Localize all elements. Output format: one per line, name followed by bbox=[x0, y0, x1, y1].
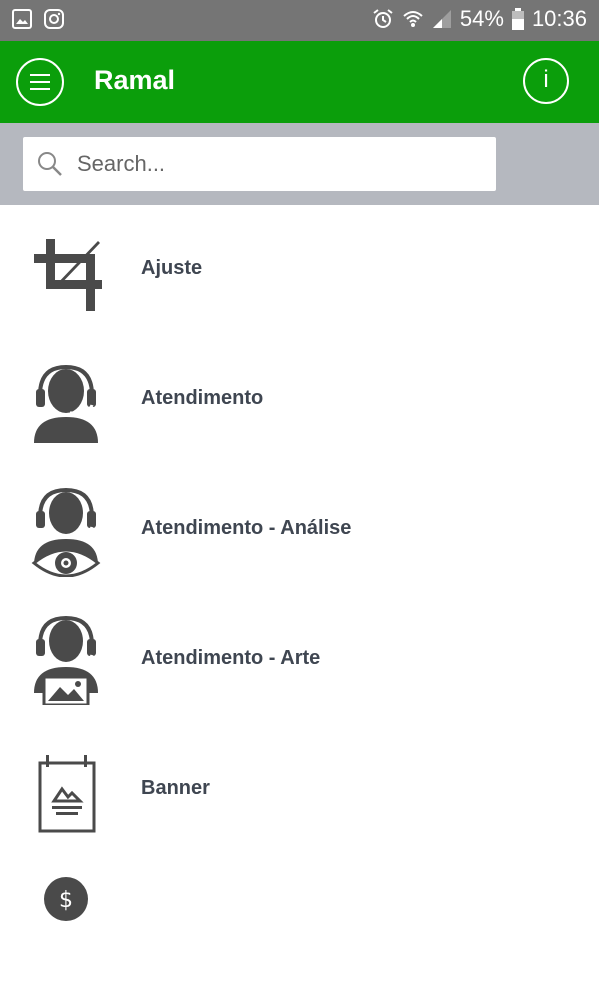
wifi-icon bbox=[403, 11, 423, 27]
search-bar bbox=[0, 123, 599, 205]
list-item-label: Banner bbox=[141, 777, 210, 799]
clock: 10:36 bbox=[531, 6, 587, 31]
instagram-icon bbox=[44, 9, 64, 29]
headset-agent-eye-icon bbox=[31, 487, 101, 577]
battery-icon bbox=[511, 8, 524, 30]
banner-icon bbox=[38, 755, 96, 833]
search-icon bbox=[38, 152, 62, 176]
list-item-label: Atendimento - Análise bbox=[141, 517, 352, 539]
crop-icon bbox=[34, 239, 102, 311]
list-item[interactable]: Atendimento - Arte bbox=[0, 595, 599, 725]
headset-agent-image-icon bbox=[34, 615, 98, 705]
list-item[interactable]: $ bbox=[0, 855, 599, 985]
svg-text:$: $ bbox=[59, 888, 73, 913]
info-button[interactable]: i bbox=[523, 58, 569, 104]
status-bar: 54% 10:36 bbox=[0, 0, 599, 41]
list-item-label: Atendimento - Arte bbox=[141, 647, 321, 669]
page-title: Ramal bbox=[94, 65, 176, 95]
gallery-icon bbox=[12, 9, 32, 29]
search-input[interactable] bbox=[75, 150, 479, 178]
money-icon: $ bbox=[44, 877, 88, 921]
list-item[interactable]: Atendimento - Análise bbox=[0, 465, 599, 595]
list-item-label: Atendimento bbox=[141, 387, 264, 409]
signal-icon bbox=[432, 10, 451, 28]
menu-button[interactable] bbox=[16, 58, 64, 106]
app-bar: Ramal i bbox=[0, 41, 599, 123]
alarm-icon bbox=[373, 9, 393, 28]
list-item-label: Ajuste bbox=[141, 257, 203, 279]
list-item[interactable]: Atendimento bbox=[0, 335, 599, 465]
headset-agent-icon bbox=[34, 364, 98, 443]
search-box[interactable] bbox=[23, 137, 496, 191]
list-item[interactable]: Ajuste bbox=[0, 205, 599, 335]
battery-percent: 54% bbox=[459, 6, 504, 31]
list-item[interactable]: Banner bbox=[0, 725, 599, 855]
info-icon: i bbox=[543, 66, 549, 93]
